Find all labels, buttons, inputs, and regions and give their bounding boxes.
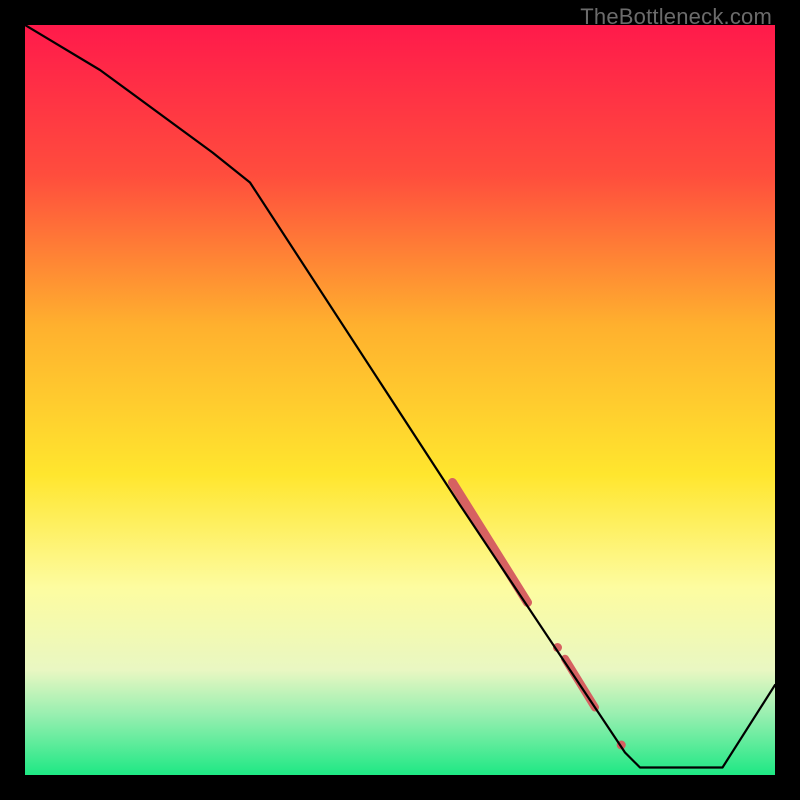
gradient-background: [25, 25, 775, 775]
bottleneck-chart: [25, 25, 775, 775]
watermark-text: TheBottleneck.com: [580, 4, 772, 30]
chart-svg: [25, 25, 775, 775]
